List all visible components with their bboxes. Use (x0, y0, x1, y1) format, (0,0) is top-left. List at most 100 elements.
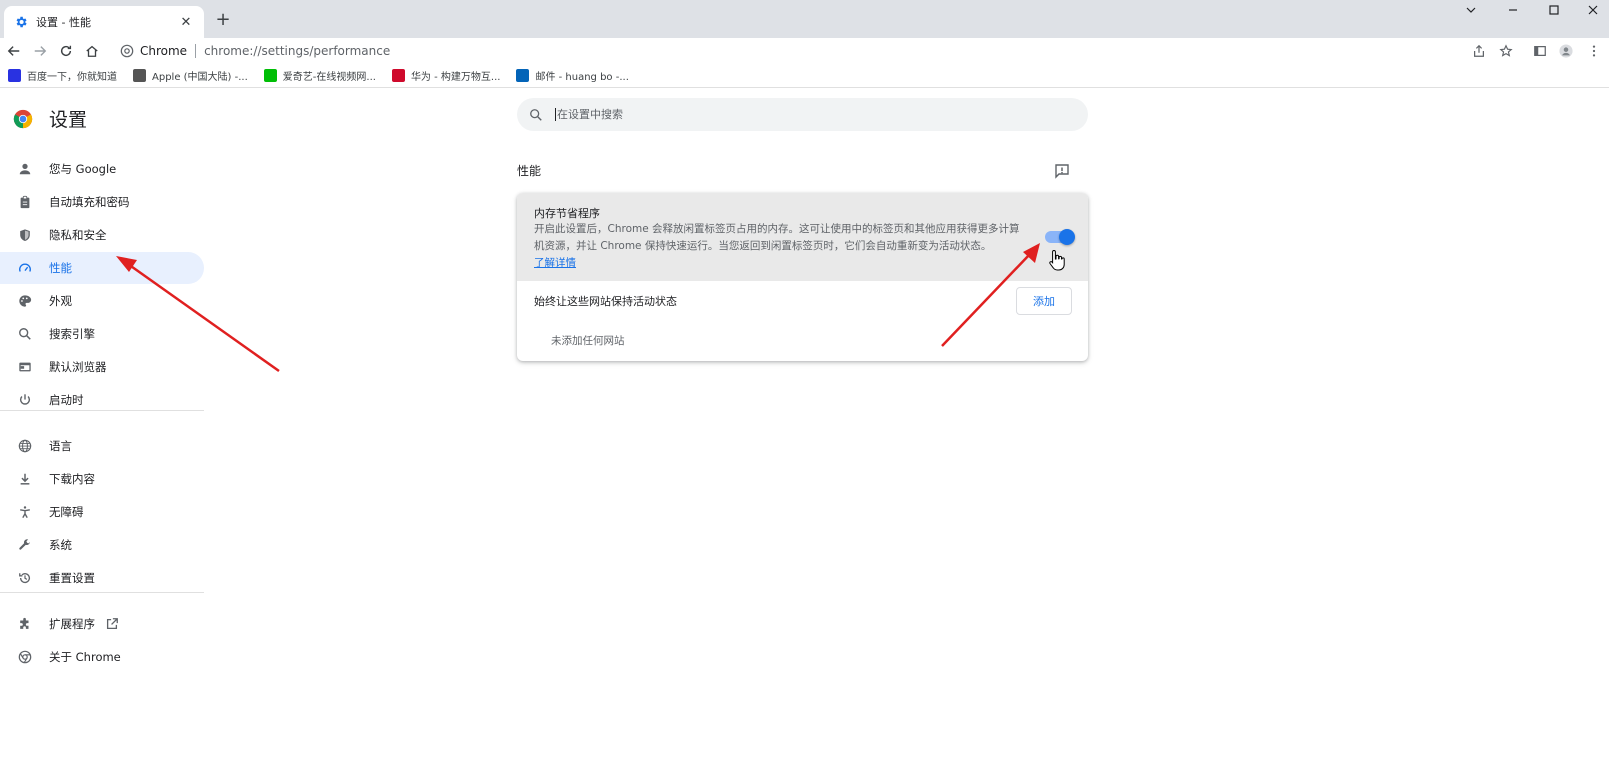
sidebar-item-shield[interactable]: 隐私和安全 (0, 219, 204, 251)
sidebar-item-clipboard[interactable]: 自动填充和密码 (0, 186, 204, 218)
gear-icon (14, 15, 28, 29)
settings-sidebar: 设置 您与 Google 自动填充和密码 隐私和安全性能外观搜索引擎默认浏览器启动时… (0, 90, 204, 777)
sidebar-item-puzzle[interactable]: 扩展程序 (0, 608, 204, 640)
memory-saver-description: 开启此设置后，Chrome 会释放闲置标签页占用的内存。这可让使用中的标签页和其… (534, 223, 1020, 252)
sidebar-item-label: 下载内容 (49, 472, 95, 486)
bookmark-label: 邮件 - huang bo -... (535, 72, 629, 83)
memory-saver-row: 内存节省程序 开启此设置后，Chrome 会释放闲置标签页占用的内存。这可让使用… (517, 193, 1088, 281)
home-icon[interactable] (79, 38, 105, 64)
minimize-icon[interactable] (1498, 2, 1528, 22)
download-icon (17, 471, 33, 487)
shield-icon (17, 227, 33, 243)
sidebar-item-label: 系统 (49, 538, 72, 552)
share-icon[interactable] (1469, 41, 1489, 61)
toolbar: Chrome chrome://settings/performance (0, 38, 1609, 64)
sidebar-item-label: 无障碍 (49, 505, 84, 519)
sidebar-divider (0, 410, 204, 411)
sidebar-item-search[interactable]: 搜索引擎 (0, 318, 204, 350)
close-window-icon[interactable] (1578, 2, 1608, 22)
sidebar-item-download[interactable]: 下载内容 (0, 463, 204, 495)
profile-avatar-icon[interactable] (1556, 41, 1576, 61)
sidebar-item-wrench[interactable]: 系统 (0, 529, 204, 561)
new-tab-button[interactable]: + (212, 10, 234, 32)
bookmark-favicon-icon (133, 69, 146, 82)
settings-title: 设置 (49, 109, 88, 131)
bookmark-item[interactable]: 邮件 - huang bo -... (516, 68, 629, 83)
browser-icon (17, 359, 33, 375)
close-tab-icon[interactable]: ✕ (178, 15, 194, 30)
bookmark-item[interactable]: Apple (中国大陆) -... (133, 68, 248, 83)
sidebar-item-label: 语言 (49, 439, 72, 453)
memory-saver-title: 内存节省程序 (534, 207, 600, 220)
settings-brand: 设置 (13, 105, 87, 132)
bookmark-label: 华为 - 构建万物互... (410, 72, 501, 83)
tab-title: 设置 - 性能 (36, 16, 91, 29)
empty-sites-text: 未添加任何网站 (551, 335, 625, 347)
bookmark-item[interactable]: 华为 - 构建万物互... (391, 68, 501, 83)
side-panel-icon[interactable] (1530, 41, 1550, 61)
sidebar-item-label: 您与 Google (49, 162, 117, 176)
sidebar-item-label: 性能 (49, 261, 72, 275)
sidebar-item-label: 外观 (49, 294, 72, 308)
sidebar-item-label: 隐私和安全 (49, 228, 107, 242)
chevron-down-icon[interactable] (1456, 2, 1486, 22)
keep-active-label: 始终让这些网站保持活动状态 (534, 295, 677, 308)
chrome-logo-icon (13, 109, 33, 128)
chrome-icon[interactable] (120, 44, 134, 58)
memory-saver-toggle[interactable] (1045, 229, 1075, 245)
speedometer-icon (17, 260, 33, 276)
sidebar-item-label: 关于 Chrome (49, 650, 121, 664)
tab-settings[interactable]: 设置 - 性能 ✕ (4, 6, 204, 38)
sidebar-item-label: 扩展程序 (49, 617, 95, 631)
bookmarks-bar: 百度一下，你就知道 Apple (中国大陆) -... 爱奇艺-在线视频网... 华为… (0, 64, 1609, 88)
bookmark-favicon-icon (391, 69, 405, 82)
sidebar-item-browser[interactable]: 默认浏览器 (0, 351, 204, 383)
sidebar-item-palette[interactable]: 外观 (0, 285, 204, 317)
learn-more-link[interactable]: 了解详情 (534, 255, 576, 270)
menu-dots-icon[interactable] (1584, 41, 1604, 61)
sidebar-item-label: 搜索引擎 (49, 327, 95, 341)
bookmark-favicon-icon (516, 69, 530, 82)
accessibility-icon (17, 504, 33, 520)
page: 设置 - 性能 ✕ + Chrome chrome://settings/per… (0, 0, 1609, 777)
maximize-icon[interactable] (1539, 2, 1569, 22)
sidebar-item-person[interactable]: 您与 Google (0, 153, 204, 185)
star-icon[interactable] (1496, 41, 1516, 61)
bookmark-favicon-icon (8, 69, 21, 82)
sidebar-item-label: 重置设置 (49, 571, 95, 585)
sidebar-item-label: 自动填充和密码 (49, 195, 130, 209)
back-icon[interactable] (1, 38, 27, 64)
bookmark-label: 爱奇艺-在线视频网... (282, 72, 376, 83)
power-icon (17, 392, 33, 408)
address-bar[interactable]: Chrome chrome://settings/performance (114, 39, 1494, 63)
clipboard-icon (17, 194, 33, 210)
tab-strip: 设置 - 性能 ✕ + (0, 0, 1609, 38)
open-external-icon (105, 617, 119, 631)
hand-cursor-icon (1049, 249, 1065, 271)
sidebar-divider (0, 592, 204, 593)
settings-search[interactable] (517, 98, 1088, 131)
globe-icon (17, 438, 33, 454)
omnibox-chip: Chrome (140, 44, 188, 58)
person-icon (17, 161, 33, 177)
sidebar-item-chrome[interactable]: 关于 Chrome (0, 641, 204, 673)
wrench-icon (17, 537, 33, 553)
forward-icon[interactable] (27, 38, 53, 64)
sidebar-item-label: 启动时 (49, 393, 84, 407)
add-site-button[interactable]: 添加 (1016, 287, 1072, 315)
bookmark-item[interactable]: 爱奇艺-在线视频网... (263, 68, 376, 83)
omnibox-url[interactable]: chrome://settings/performance (204, 44, 390, 58)
sidebar-item-history[interactable]: 重置设置 (0, 562, 204, 594)
search-icon (17, 326, 33, 342)
feedback-icon[interactable] (1053, 162, 1071, 180)
history-icon (17, 570, 33, 586)
search-input[interactable] (555, 108, 1035, 121)
sidebar-item-speedometer[interactable]: 性能 (0, 252, 204, 284)
bookmark-label: Apple (中国大陆) -... (152, 72, 248, 83)
palette-icon (17, 293, 33, 309)
sidebar-item-power[interactable]: 启动时 (0, 384, 204, 416)
sidebar-item-accessibility[interactable]: 无障碍 (0, 496, 204, 528)
sidebar-item-globe[interactable]: 语言 (0, 430, 204, 462)
bookmark-item[interactable]: 百度一下，你就知道 (8, 68, 117, 83)
reload-icon[interactable] (53, 38, 79, 64)
